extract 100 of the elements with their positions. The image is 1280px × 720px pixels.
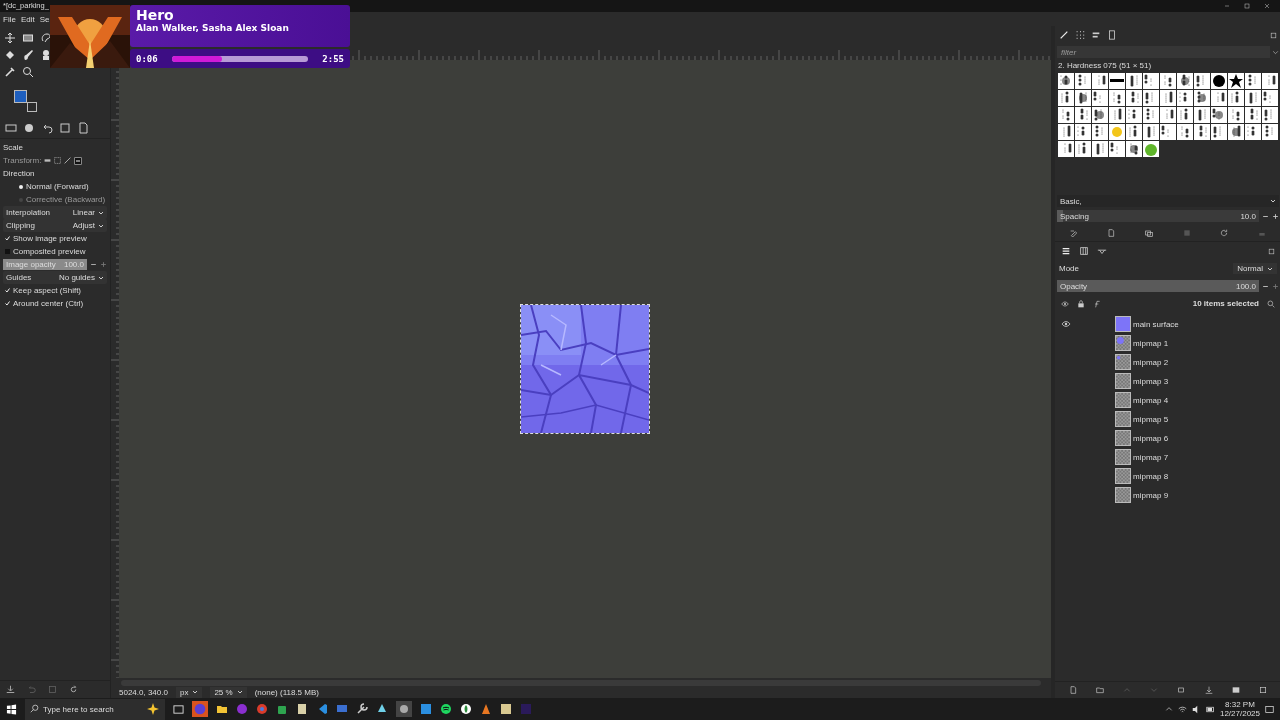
brush-swatch[interactable] bbox=[1092, 90, 1108, 106]
brush-swatch[interactable] bbox=[1228, 124, 1244, 140]
dropdown[interactable]: Guides No guides bbox=[3, 271, 107, 284]
brush-swatch[interactable] bbox=[1143, 90, 1159, 106]
brush-swatch[interactable] bbox=[1211, 90, 1227, 106]
brush-swatch[interactable] bbox=[1075, 90, 1091, 106]
brush-swatch[interactable] bbox=[1126, 124, 1142, 140]
document-tab-icon[interactable] bbox=[77, 122, 89, 134]
brush-swatch[interactable] bbox=[1058, 107, 1074, 123]
leaf-icon[interactable] bbox=[460, 703, 472, 715]
battery-icon[interactable] bbox=[1205, 704, 1215, 714]
brush-swatch[interactable] bbox=[1092, 107, 1108, 123]
brush-swatch[interactable] bbox=[1109, 90, 1125, 106]
brush-swatch[interactable] bbox=[1126, 90, 1142, 106]
brush-swatch[interactable] bbox=[1160, 124, 1176, 140]
refresh-icon[interactable] bbox=[1220, 229, 1229, 237]
browser-icon[interactable] bbox=[256, 703, 268, 715]
radio-button[interactable] bbox=[19, 184, 23, 189]
layer-name[interactable]: mipmap 5 bbox=[1133, 414, 1169, 424]
brush-swatch[interactable] bbox=[1126, 107, 1142, 123]
eye-icon[interactable] bbox=[1061, 320, 1071, 328]
unit-dropdown[interactable]: px bbox=[175, 686, 203, 698]
mask-icon[interactable] bbox=[1232, 686, 1241, 694]
layer-name[interactable]: mipmap 2 bbox=[1133, 357, 1169, 367]
brush-swatch[interactable] bbox=[1126, 73, 1142, 89]
dropdown[interactable]: Interpolation Linear bbox=[3, 206, 107, 219]
brush-swatch[interactable] bbox=[1092, 124, 1108, 140]
paint-app-icon[interactable] bbox=[396, 701, 412, 717]
brush-swatch[interactable] bbox=[1058, 90, 1074, 106]
checkbox[interactable] bbox=[5, 288, 10, 293]
brush-swatch[interactable] bbox=[1245, 124, 1261, 140]
pattern-tab-icon[interactable] bbox=[1075, 30, 1085, 40]
brush-swatch[interactable] bbox=[1177, 124, 1193, 140]
move-icon[interactable] bbox=[4, 32, 16, 44]
brush-swatch[interactable] bbox=[1228, 73, 1244, 89]
brush-swatch[interactable] bbox=[1262, 124, 1278, 140]
brush-swatch[interactable] bbox=[1075, 73, 1091, 89]
device-tab-icon[interactable] bbox=[23, 122, 35, 134]
brush-swatch[interactable] bbox=[1109, 73, 1125, 89]
brush-swatch[interactable] bbox=[1075, 141, 1091, 157]
path-icon[interactable] bbox=[64, 157, 72, 164]
brush-swatch[interactable] bbox=[1143, 73, 1159, 89]
brush-swatch[interactable] bbox=[1092, 73, 1108, 89]
brush-swatch[interactable] bbox=[1143, 124, 1159, 140]
zoom-tool-icon[interactable] bbox=[22, 66, 34, 78]
task-view-icon[interactable] bbox=[173, 703, 184, 715]
spacing-slider[interactable]: Spacing 10.0 bbox=[1057, 210, 1259, 222]
image-icon[interactable] bbox=[74, 156, 83, 165]
search-icon[interactable] bbox=[1267, 299, 1275, 308]
tablet-icon[interactable] bbox=[376, 703, 388, 715]
maximize-icon[interactable] bbox=[1244, 3, 1250, 9]
app-window-icon[interactable] bbox=[420, 703, 432, 715]
notepad-icon[interactable] bbox=[296, 703, 308, 715]
brush-swatch[interactable] bbox=[1143, 107, 1159, 123]
panel-menu-icon[interactable] bbox=[1268, 247, 1275, 255]
close-icon[interactable] bbox=[1264, 3, 1270, 9]
rectangle-select-icon[interactable] bbox=[22, 32, 34, 44]
brush-swatch[interactable] bbox=[1194, 124, 1210, 140]
new-layer-icon[interactable] bbox=[1068, 686, 1077, 694]
brush-swatch[interactable] bbox=[1228, 107, 1244, 123]
notification-icon[interactable] bbox=[1265, 704, 1274, 714]
menu-item[interactable]: Edit bbox=[20, 14, 35, 24]
brush-swatch[interactable] bbox=[1109, 141, 1125, 157]
chevron-up-icon[interactable] bbox=[1164, 705, 1173, 713]
brush-swatch[interactable] bbox=[1058, 124, 1074, 140]
eyedropper-icon[interactable] bbox=[4, 66, 16, 78]
foreground-color-swatch[interactable] bbox=[14, 90, 27, 103]
clock-time[interactable]: 8:32 PM bbox=[1225, 700, 1255, 709]
brush-swatch[interactable] bbox=[1092, 141, 1108, 157]
brush-swatch[interactable] bbox=[1126, 141, 1142, 157]
brush-swatch[interactable] bbox=[1160, 107, 1176, 123]
brush-swatch[interactable] bbox=[1228, 90, 1244, 106]
brush-swatch[interactable] bbox=[1194, 73, 1210, 89]
brush-swatch[interactable] bbox=[1109, 107, 1125, 123]
minus-icon[interactable] bbox=[90, 261, 97, 268]
brush-swatch[interactable] bbox=[1194, 90, 1210, 106]
plus-icon[interactable] bbox=[1272, 212, 1279, 220]
windows-logo-icon[interactable] bbox=[6, 703, 17, 715]
brush-swatch[interactable] bbox=[1245, 90, 1261, 106]
layer-name[interactable]: mipmap 9 bbox=[1133, 490, 1169, 500]
duplicate-icon[interactable] bbox=[1145, 229, 1154, 237]
font-tab-icon[interactable] bbox=[1091, 30, 1101, 40]
images-tab-icon[interactable] bbox=[59, 122, 71, 134]
brush-swatch[interactable] bbox=[1058, 73, 1074, 89]
filter-field[interactable]: filter bbox=[1057, 46, 1270, 58]
layer-name[interactable]: mipmap 7 bbox=[1133, 452, 1169, 462]
folder-icon[interactable] bbox=[216, 703, 228, 715]
wifi-icon[interactable] bbox=[1177, 704, 1187, 714]
bag-icon[interactable] bbox=[276, 703, 288, 715]
edit-icon[interactable] bbox=[1069, 229, 1078, 237]
brush-tab-icon[interactable] bbox=[1059, 30, 1069, 40]
menu-item[interactable]: Se bbox=[39, 14, 50, 24]
zoom-dropdown[interactable]: 25 % bbox=[210, 686, 247, 698]
brush-swatch[interactable] bbox=[1160, 73, 1176, 89]
brush-swatch[interactable] bbox=[1245, 107, 1261, 123]
eye-icon[interactable] bbox=[1061, 299, 1069, 308]
brush-swatch[interactable] bbox=[1262, 107, 1278, 123]
layer-name[interactable]: mipmap 8 bbox=[1133, 471, 1169, 481]
layer-name[interactable]: main surface bbox=[1133, 319, 1179, 329]
preset-dropdown[interactable]: Basic, bbox=[1057, 195, 1279, 207]
